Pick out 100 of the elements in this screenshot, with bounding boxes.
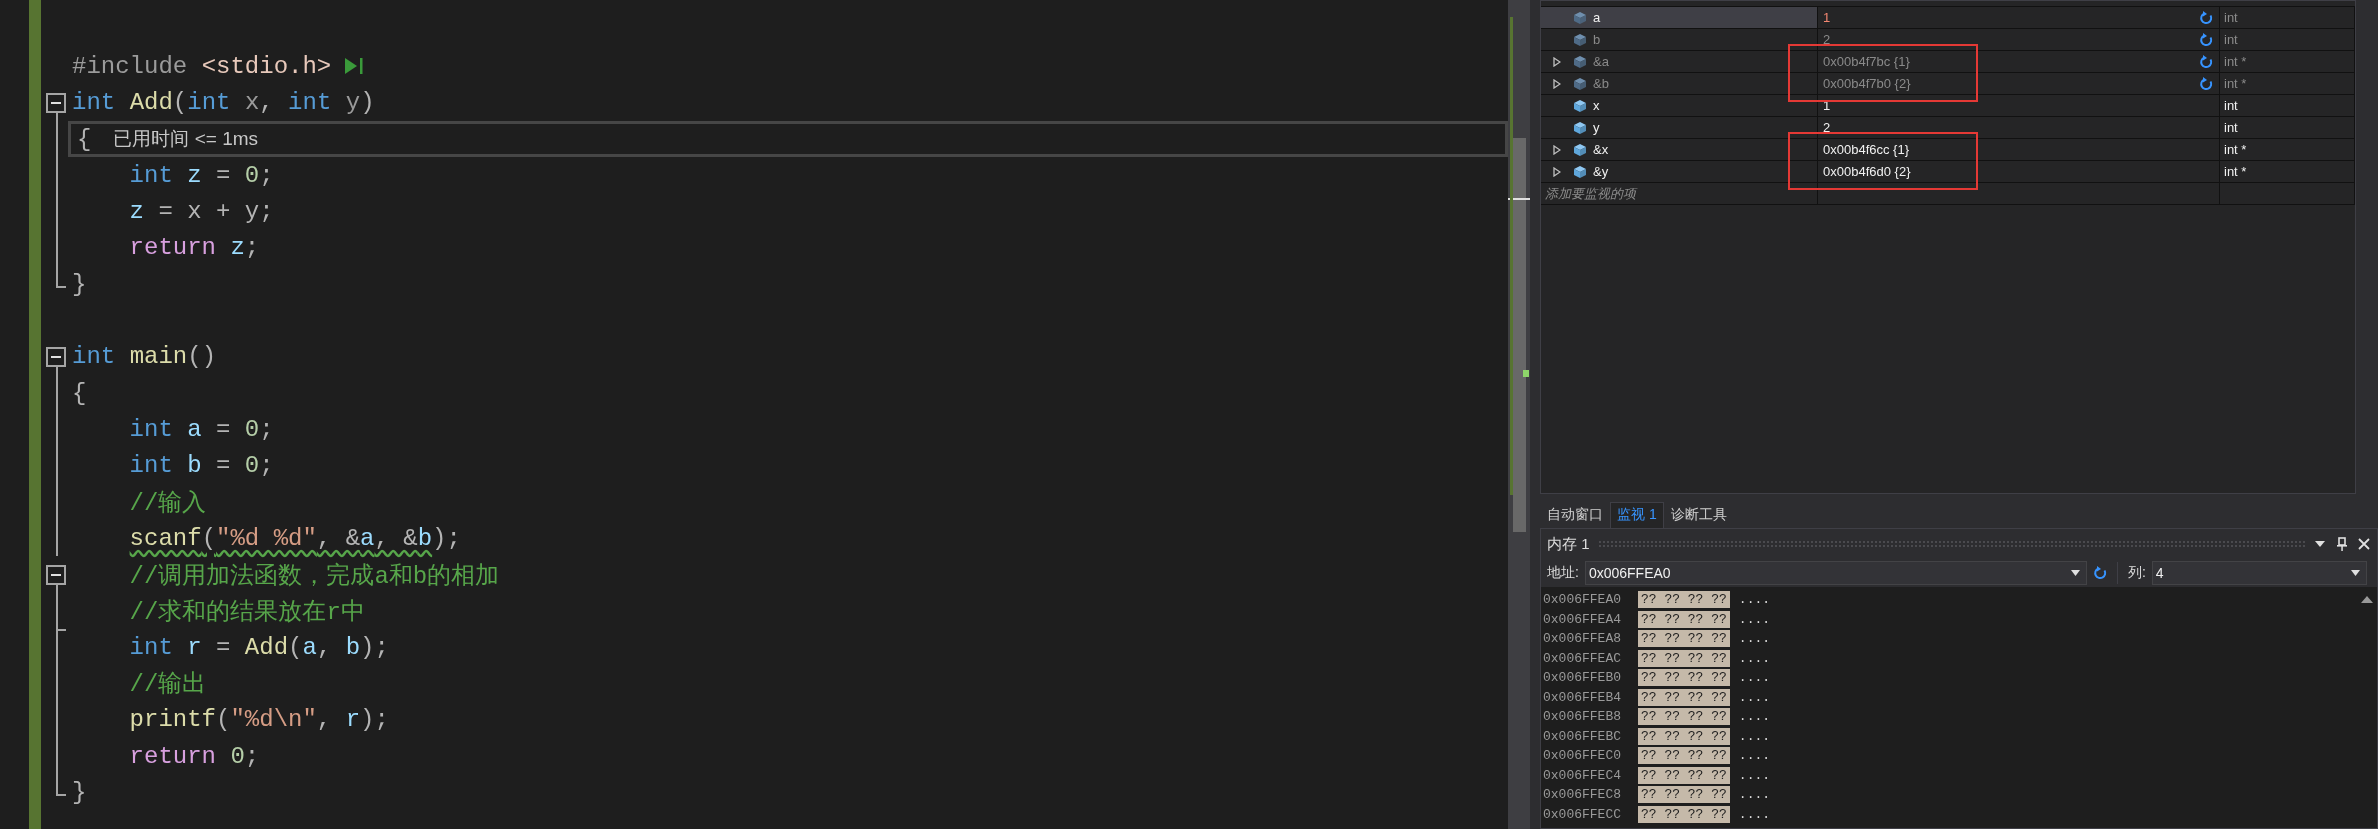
- memory-ascii: ....: [1738, 748, 1771, 764]
- refresh-icon[interactable]: [2092, 566, 2107, 580]
- panel-tab[interactable]: 诊断工具: [1663, 502, 1734, 528]
- editor-scrollbar[interactable]: [1508, 0, 1530, 829]
- memory-bytes: ?? ?? ?? ??: [1638, 630, 1730, 648]
- memory-bytes: ?? ?? ?? ??: [1638, 708, 1730, 726]
- memory-ascii: ....: [1738, 709, 1771, 725]
- memory-ascii: ....: [1738, 806, 1771, 822]
- refresh-icon[interactable]: [2199, 10, 2213, 25]
- code-line: #include <stdio.h>: [72, 52, 332, 80]
- expand-arrow-icon[interactable]: [1553, 166, 1561, 177]
- watch-name: a: [1593, 10, 1601, 25]
- code-line: }: [72, 778, 87, 806]
- refresh-icon[interactable]: [2199, 32, 2213, 47]
- code-line: //求和的结果放在r中: [128, 597, 365, 627]
- pin-icon[interactable]: [2335, 537, 2349, 551]
- code-line: //输入: [128, 489, 207, 518]
- memory-address: 0x006FFEBC: [1543, 728, 1622, 744]
- scroll-thumb[interactable]: [1513, 138, 1526, 532]
- expand-arrow-icon[interactable]: [1553, 144, 1561, 155]
- memory-ascii: ....: [1738, 728, 1771, 744]
- watch-type: int: [2224, 120, 2238, 135]
- memory-address: 0x006FFEAC: [1543, 650, 1622, 666]
- watch-name: &b: [1593, 76, 1609, 91]
- memory-address: 0x006FFEA4: [1543, 611, 1622, 627]
- memory-ascii: ....: [1738, 592, 1771, 608]
- code-line: {: [77, 125, 92, 153]
- memory-bytes: ?? ?? ?? ??: [1638, 747, 1730, 765]
- caret-marker: [1508, 198, 1530, 200]
- memory-bytes: ?? ?? ?? ??: [1638, 688, 1730, 706]
- memory-ascii: ....: [1738, 767, 1771, 783]
- code-line: //输出: [128, 670, 207, 700]
- collapse-toggle[interactable]: [46, 346, 66, 367]
- memory-address: 0x006FFEC8: [1543, 787, 1622, 803]
- columns-dropdown[interactable]: 4: [2151, 561, 2367, 585]
- address-field[interactable]: 0x006FFEA0: [1584, 561, 2087, 585]
- watch-type: int: [2224, 32, 2238, 47]
- code-line: int main(): [72, 343, 217, 371]
- memory-ascii: ....: [1738, 650, 1771, 666]
- panel-title: 内存 1: [1547, 534, 1590, 554]
- memory-address: 0x006FFEA0: [1543, 592, 1622, 608]
- memory-address: 0x006FFEB8: [1543, 709, 1622, 725]
- watch-type: int: [2224, 98, 2238, 113]
- collapse-toggle[interactable]: [46, 92, 66, 113]
- memory-address: 0x006FFEC4: [1543, 767, 1622, 783]
- memory-bytes: ?? ?? ?? ??: [1638, 766, 1730, 784]
- address-label: 地址:: [1547, 564, 1579, 582]
- watch-name: &y: [1593, 164, 1609, 179]
- code-line: }: [72, 270, 87, 298]
- watch-value: 0x00b4f7bc {1}: [1823, 54, 1910, 69]
- code-line: int b = 0;: [128, 452, 274, 480]
- panel-tab[interactable]: 监视 1: [1610, 502, 1664, 528]
- memory-address: 0x006FFEC0: [1543, 748, 1622, 764]
- code-line: z = x + y;: [128, 198, 274, 226]
- memory-bytes: ?? ?? ?? ??: [1638, 786, 1730, 804]
- scroll-marker: [1523, 370, 1529, 377]
- watch-value: 0x00b4f6d0 {2}: [1823, 164, 1911, 179]
- watch-value: 2: [1823, 120, 1831, 135]
- memory-bytes: ?? ?? ?? ??: [1638, 649, 1730, 667]
- memory-ascii: ....: [1738, 689, 1771, 705]
- add-watch-field[interactable]: 添加要监视的项: [1541, 184, 1636, 203]
- code-line: return 0;: [128, 742, 260, 770]
- watch-value: 0x00b4f6cc {1}: [1823, 142, 1910, 157]
- caret-icon[interactable]: [2351, 570, 2360, 576]
- memory-bytes: ?? ?? ?? ??: [1638, 727, 1730, 745]
- memory-ascii: ....: [1738, 631, 1771, 647]
- memory-address: 0x006FFEB0: [1543, 670, 1622, 686]
- memory-bytes: ?? ?? ?? ??: [1638, 669, 1730, 687]
- watch-name: y: [1593, 120, 1600, 135]
- columns-label: 列:: [2127, 564, 2146, 582]
- perf-tip[interactable]: 已用时间 <= 1ms: [113, 126, 259, 153]
- code-line: int z = 0;: [128, 161, 274, 189]
- close-icon[interactable]: [2357, 537, 2371, 551]
- code-line: printf("%d\n", r);: [128, 706, 389, 734]
- selected-row[interactable]: a: [1541, 7, 1818, 28]
- collapse-toggle[interactable]: [46, 564, 66, 585]
- code-line: int a = 0;: [128, 415, 274, 443]
- memory-bytes: ?? ?? ?? ??: [1638, 805, 1730, 823]
- watch-name: &x: [1593, 142, 1609, 157]
- watch-type: int *: [2224, 164, 2247, 179]
- caret-icon[interactable]: [2070, 570, 2080, 576]
- refresh-icon[interactable]: [2199, 54, 2213, 69]
- watch-value: 2: [1823, 32, 1831, 47]
- code-line: int Add(int x, int y): [72, 89, 375, 117]
- memory-address: 0x006FFEA8: [1543, 631, 1622, 647]
- watch-type: int: [2224, 10, 2238, 25]
- panel-tab[interactable]: 自动窗口: [1540, 502, 1610, 528]
- memory-bytes: ?? ?? ?? ??: [1638, 610, 1730, 628]
- refresh-icon[interactable]: [2199, 76, 2213, 91]
- expand-arrow-icon[interactable]: [1553, 78, 1561, 89]
- watch-type: int *: [2224, 76, 2247, 91]
- watch-value: 0x00b4f7b0 {2}: [1823, 76, 1911, 91]
- memory-address: 0x006FFEB4: [1543, 689, 1622, 705]
- code-line: scanf("%d %d", &a, &b);: [128, 524, 461, 552]
- code-line: int r = Add(a, b);: [128, 633, 389, 661]
- scroll-up-icon[interactable]: [2361, 595, 2373, 603]
- expand-arrow-icon[interactable]: [1553, 56, 1561, 67]
- memory-bytes: ?? ?? ?? ??: [1638, 591, 1730, 609]
- code-line: return z;: [128, 234, 260, 262]
- watch-name: b: [1593, 32, 1601, 47]
